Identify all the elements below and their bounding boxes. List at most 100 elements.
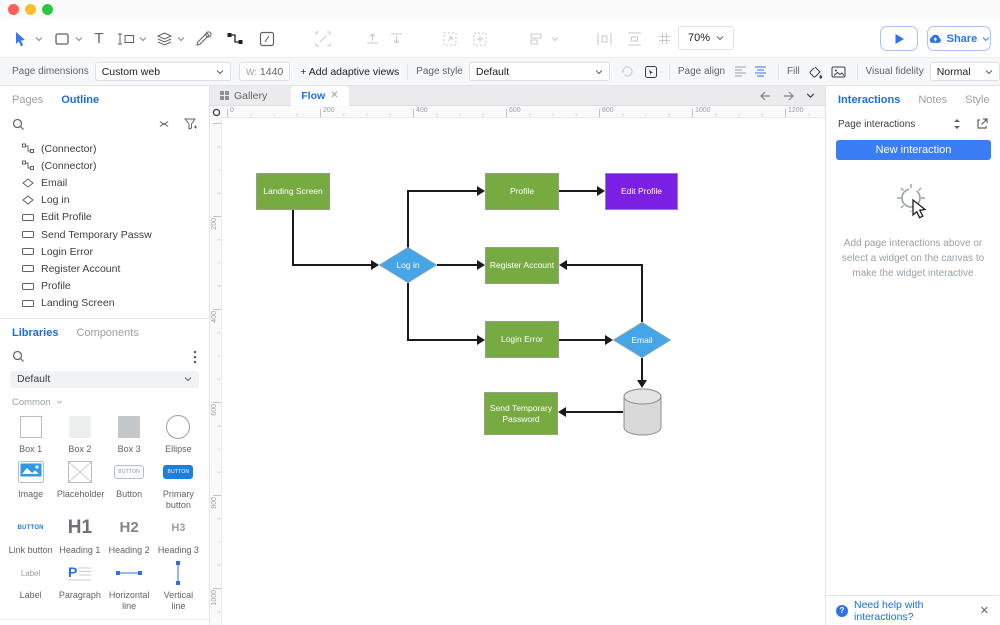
outline-item-edit-profile[interactable]: Edit Profile — [0, 209, 209, 226]
page-width-field[interactable]: W: 1440 — [239, 62, 290, 81]
drawing-canvas[interactable]: Landing Screen Profile Edit Profile Log … — [222, 118, 825, 625]
widget-heading3[interactable]: H3 Heading 3 — [154, 515, 203, 555]
visual-fidelity-select[interactable]: Normal — [930, 62, 1000, 81]
align-page-left-button[interactable] — [731, 62, 750, 82]
fill-color-button[interactable] — [806, 62, 825, 82]
flow-node-email[interactable]: Email — [613, 322, 671, 358]
flow-node-register-account[interactable]: Register Account — [485, 247, 559, 284]
page-dimensions-select[interactable]: Custom web — [95, 62, 231, 81]
text-tool-button[interactable]: T — [88, 27, 110, 51]
widget-heading1[interactable]: H1 Heading 1 — [55, 515, 104, 555]
outline-item-email[interactable]: Email — [0, 174, 209, 191]
collapse-all-icon[interactable] — [158, 118, 170, 130]
dynamic-section-header[interactable]: Dynamic — [0, 619, 209, 625]
outline-item-profile[interactable]: Profile — [0, 278, 209, 295]
outline-item-landing-screen[interactable]: Landing Screen — [0, 295, 209, 312]
widget-horizontal-line[interactable]: Horizontal line — [105, 560, 154, 611]
more-options-icon[interactable] — [193, 350, 197, 364]
tab-gallery[interactable]: Gallery — [210, 86, 277, 106]
form-tool-dropdown[interactable] — [138, 27, 148, 51]
align-page-center-button[interactable] — [751, 62, 770, 82]
widget-box1[interactable]: Box 1 — [6, 414, 55, 454]
tab-outline[interactable]: Outline — [61, 94, 99, 106]
open-external-icon[interactable] — [976, 118, 988, 130]
tab-libraries[interactable]: Libraries — [12, 327, 58, 339]
sort-icon[interactable] — [952, 118, 962, 130]
back-arrow-icon[interactable] — [760, 91, 771, 101]
ruler-origin-icon[interactable] — [210, 106, 222, 118]
outline-item-register-account[interactable]: Register Account — [0, 260, 209, 277]
widget-paragraph[interactable]: P Paragraph — [55, 560, 104, 611]
widget-placeholder[interactable]: Placeholder — [55, 459, 104, 510]
widget-heading2[interactable]: H2 Heading 2 — [105, 515, 154, 555]
minimize-window-button[interactable] — [25, 4, 36, 15]
interactions-help-link[interactable]: Need help with interactions? — [854, 599, 974, 623]
distribute-horizontal-button[interactable] — [592, 27, 616, 51]
filter-icon[interactable] — [184, 118, 197, 130]
align-dropdown[interactable] — [550, 27, 560, 51]
flip-vertical-button[interactable] — [360, 27, 384, 51]
tab-flow[interactable]: Flow ✕ — [291, 86, 348, 106]
flow-node-login-error[interactable]: Login Error — [485, 321, 559, 358]
outline-item-log-in[interactable]: Log in — [0, 192, 209, 209]
connector-tool-button[interactable] — [222, 27, 248, 51]
outline-item-connector-1[interactable]: (Connector) — [0, 140, 209, 157]
align-button[interactable] — [526, 27, 550, 51]
tab-interactions[interactable]: Interactions — [838, 94, 900, 106]
widget-button[interactable]: BUTTON Button — [105, 459, 154, 510]
group-button[interactable] — [310, 27, 336, 51]
select-tool-dropdown[interactable] — [34, 27, 44, 51]
widget-image[interactable]: Image — [6, 459, 55, 510]
tab-list-chevron-icon[interactable] — [806, 91, 815, 100]
close-tab-icon[interactable]: ✕ — [330, 90, 338, 101]
zoom-level-select[interactable]: 70% — [678, 26, 734, 50]
flow-node-send-temporary-password[interactable]: Send Temporary Password — [484, 392, 558, 435]
add-adaptive-views-button[interactable]: + Add adaptive views — [300, 66, 399, 78]
shape-tool-button[interactable] — [50, 27, 74, 51]
common-section-header[interactable]: Common — [0, 388, 209, 412]
widget-link-button[interactable]: BUTTON Link button — [6, 515, 55, 555]
forward-arrow-icon[interactable] — [783, 91, 794, 101]
tab-components[interactable]: Components — [76, 327, 138, 339]
preview-button[interactable] — [880, 26, 918, 51]
flow-node-log-in[interactable]: Log in — [379, 247, 437, 283]
share-button[interactable]: Share — [927, 26, 991, 51]
grid-button[interactable] — [652, 27, 676, 51]
scale-selection-button[interactable] — [438, 27, 462, 51]
form-tool-button[interactable] — [114, 27, 138, 51]
tab-style[interactable]: Style — [965, 94, 989, 106]
tab-notes[interactable]: Notes — [918, 94, 947, 106]
flow-node-landing-screen[interactable]: Landing Screen — [256, 173, 330, 210]
flip-horizontal-button[interactable] — [384, 27, 408, 51]
search-icon[interactable] — [12, 118, 25, 131]
shape-tool-dropdown[interactable] — [74, 27, 84, 51]
outline-item-connector-2[interactable]: (Connector) — [0, 157, 209, 174]
distribute-vertical-button[interactable] — [622, 27, 646, 51]
flow-node-edit-profile[interactable]: Edit Profile — [605, 173, 678, 210]
fit-selection-button[interactable] — [468, 27, 492, 51]
tab-pages[interactable]: Pages — [12, 94, 43, 106]
new-interaction-button[interactable]: New interaction — [836, 140, 991, 160]
close-help-icon[interactable]: ✕ — [980, 604, 989, 617]
library-select[interactable]: Default — [10, 371, 199, 388]
outline-item-login-error[interactable]: Login Error — [0, 243, 209, 260]
flow-node-database[interactable] — [623, 388, 662, 436]
layers-tool-dropdown[interactable] — [176, 27, 186, 51]
pen-tool-button[interactable] — [190, 27, 216, 51]
widget-box3[interactable]: Box 3 — [105, 414, 154, 454]
page-style-select[interactable]: Default — [469, 62, 610, 81]
flow-node-profile[interactable]: Profile — [485, 173, 559, 210]
outline-item-send-temporary-passw[interactable]: Send Temporary Passw — [0, 226, 209, 243]
widget-vertical-line[interactable]: Vertical line — [154, 560, 203, 611]
edit-style-button[interactable] — [641, 62, 660, 82]
widget-box2[interactable]: Box 2 — [55, 414, 104, 454]
layers-tool-button[interactable] — [152, 27, 176, 51]
select-tool-button[interactable] — [8, 27, 34, 51]
search-icon[interactable] — [12, 350, 25, 363]
close-window-button[interactable] — [8, 4, 19, 15]
reset-style-button[interactable] — [618, 62, 637, 82]
fullscreen-window-button[interactable] — [42, 4, 53, 15]
insert-shape-tool-button[interactable] — [254, 27, 280, 51]
widget-primary-button[interactable]: BUTTON Primary button — [154, 459, 203, 510]
widget-ellipse[interactable]: Ellipse — [154, 414, 203, 454]
